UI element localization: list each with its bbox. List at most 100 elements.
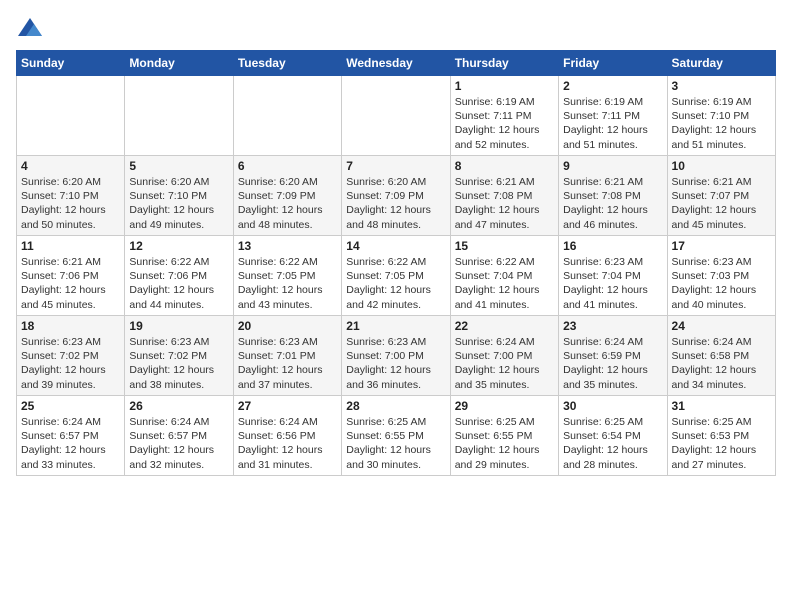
day-number: 30 [563, 399, 662, 413]
day-number: 7 [346, 159, 445, 173]
week-row-3: 11 Sunrise: 6:21 AM Sunset: 7:06 PM Dayli… [17, 236, 776, 316]
week-row-1: 1 Sunrise: 6:19 AM Sunset: 7:11 PM Daylig… [17, 76, 776, 156]
weekday-header-friday: Friday [559, 51, 667, 76]
calendar-cell: 19Sunrise: 6:23 AM Sunset: 7:02 PM Dayli… [125, 316, 233, 396]
calendar-cell: 28 Sunrise: 6:25 AM Sunset: 6:55 PM Dayli… [342, 396, 450, 476]
calendar-cell: 13 Sunrise: 6:22 AM Sunset: 7:05 PM Dayli… [233, 236, 341, 316]
logo-icon [16, 16, 44, 44]
day-info: Sunrise: 6:24 AM Sunset: 6:57 PM Dayligh… [129, 415, 228, 472]
day-info: Sunrise: 6:21 AM Sunset: 7:08 PM Dayligh… [455, 175, 554, 232]
day-number: 10 [672, 159, 771, 173]
day-info: Sunrise: 6:24 AM Sunset: 6:56 PM Dayligh… [238, 415, 337, 472]
day-number: 11 [21, 239, 120, 253]
day-info: Sunrise: 6:20 AM Sunset: 7:09 PM Dayligh… [346, 175, 445, 232]
header [16, 16, 776, 44]
day-number: 26 [129, 399, 228, 413]
calendar-cell [125, 76, 233, 156]
day-number: 22 [455, 319, 554, 333]
calendar-cell: 17Sunrise: 6:23 AM Sunset: 7:03 PM Dayli… [667, 236, 775, 316]
week-row-5: 25 Sunrise: 6:24 AM Sunset: 6:57 PM Dayli… [17, 396, 776, 476]
weekday-header-tuesday: Tuesday [233, 51, 341, 76]
weekday-header-monday: Monday [125, 51, 233, 76]
day-info: Sunrise: 6:21 AM Sunset: 7:08 PM Dayligh… [563, 175, 662, 232]
day-info: Sunrise: 6:20 AM Sunset: 7:10 PM Dayligh… [21, 175, 120, 232]
day-number: 25 [21, 399, 120, 413]
day-number: 14 [346, 239, 445, 253]
day-info: Sunrise: 6:19 AM Sunset: 7:10 PM Dayligh… [672, 95, 771, 152]
calendar-cell: 26 Sunrise: 6:24 AM Sunset: 6:57 PM Dayli… [125, 396, 233, 476]
calendar-cell: 12 Sunrise: 6:22 AM Sunset: 7:06 PM Dayli… [125, 236, 233, 316]
day-number: 21 [346, 319, 445, 333]
day-number: 24 [672, 319, 771, 333]
weekday-header-saturday: Saturday [667, 51, 775, 76]
calendar-cell: 3 Sunrise: 6:19 AM Sunset: 7:10 PM Daylig… [667, 76, 775, 156]
day-info: Sunrise: 6:23 AM Sunset: 7:00 PM Dayligh… [346, 335, 445, 392]
day-info: Sunrise: 6:23 AM Sunset: 7:04 PM Dayligh… [563, 255, 662, 312]
day-info: Sunrise: 6:25 AM Sunset: 6:55 PM Dayligh… [346, 415, 445, 472]
day-number: 12 [129, 239, 228, 253]
day-info: Sunrise: 6:22 AM Sunset: 7:05 PM Dayligh… [238, 255, 337, 312]
day-number: 29 [455, 399, 554, 413]
calendar-cell: 9 Sunrise: 6:21 AM Sunset: 7:08 PM Daylig… [559, 156, 667, 236]
calendar-cell [342, 76, 450, 156]
weekday-header-wednesday: Wednesday [342, 51, 450, 76]
day-number: 8 [455, 159, 554, 173]
day-number: 28 [346, 399, 445, 413]
day-info: Sunrise: 6:24 AM Sunset: 6:59 PM Dayligh… [563, 335, 662, 392]
day-number: 9 [563, 159, 662, 173]
day-number: 31 [672, 399, 771, 413]
calendar-cell: 23 Sunrise: 6:24 AM Sunset: 6:59 PM Dayli… [559, 316, 667, 396]
day-info: Sunrise: 6:20 AM Sunset: 7:10 PM Dayligh… [129, 175, 228, 232]
day-info: Sunrise: 6:22 AM Sunset: 7:05 PM Dayligh… [346, 255, 445, 312]
calendar-cell [233, 76, 341, 156]
weekday-header-row: SundayMondayTuesdayWednesdayThursdayFrid… [17, 51, 776, 76]
day-number: 23 [563, 319, 662, 333]
calendar-cell: 30 Sunrise: 6:25 AM Sunset: 6:54 PM Dayli… [559, 396, 667, 476]
day-info: Sunrise: 6:24 AM Sunset: 6:58 PM Dayligh… [672, 335, 771, 392]
calendar-cell: 31 Sunrise: 6:25 AM Sunset: 6:53 PM Dayli… [667, 396, 775, 476]
logo [16, 16, 48, 44]
calendar-cell: 20 Sunrise: 6:23 AM Sunset: 7:01 PM Dayli… [233, 316, 341, 396]
calendar-cell: 14 Sunrise: 6:22 AM Sunset: 7:05 PM Dayli… [342, 236, 450, 316]
weekday-header-sunday: Sunday [17, 51, 125, 76]
day-number: 17 [672, 239, 771, 253]
day-info: Sunrise: 6:19 AM Sunset: 7:11 PM Dayligh… [563, 95, 662, 152]
calendar-cell: 5 Sunrise: 6:20 AM Sunset: 7:10 PM Daylig… [125, 156, 233, 236]
day-info: Sunrise: 6:24 AM Sunset: 6:57 PM Dayligh… [21, 415, 120, 472]
calendar-cell: 10 Sunrise: 6:21 AM Sunset: 7:07 PM Dayli… [667, 156, 775, 236]
calendar-cell: 6 Sunrise: 6:20 AM Sunset: 7:09 PM Daylig… [233, 156, 341, 236]
week-row-4: 18Sunrise: 6:23 AM Sunset: 7:02 PM Dayli… [17, 316, 776, 396]
day-number: 27 [238, 399, 337, 413]
day-info: Sunrise: 6:24 AM Sunset: 7:00 PM Dayligh… [455, 335, 554, 392]
calendar-cell: 16Sunrise: 6:23 AM Sunset: 7:04 PM Dayli… [559, 236, 667, 316]
day-number: 6 [238, 159, 337, 173]
calendar-cell: 4Sunrise: 6:20 AM Sunset: 7:10 PM Daylig… [17, 156, 125, 236]
day-number: 13 [238, 239, 337, 253]
day-info: Sunrise: 6:23 AM Sunset: 7:01 PM Dayligh… [238, 335, 337, 392]
calendar-table: SundayMondayTuesdayWednesdayThursdayFrid… [16, 50, 776, 476]
calendar-cell: 29Sunrise: 6:25 AM Sunset: 6:55 PM Dayli… [450, 396, 558, 476]
day-info: Sunrise: 6:23 AM Sunset: 7:02 PM Dayligh… [21, 335, 120, 392]
day-info: Sunrise: 6:21 AM Sunset: 7:06 PM Dayligh… [21, 255, 120, 312]
day-info: Sunrise: 6:22 AM Sunset: 7:04 PM Dayligh… [455, 255, 554, 312]
day-info: Sunrise: 6:20 AM Sunset: 7:09 PM Dayligh… [238, 175, 337, 232]
day-number: 3 [672, 79, 771, 93]
calendar-cell: 8 Sunrise: 6:21 AM Sunset: 7:08 PM Daylig… [450, 156, 558, 236]
day-info: Sunrise: 6:22 AM Sunset: 7:06 PM Dayligh… [129, 255, 228, 312]
calendar-cell: 11 Sunrise: 6:21 AM Sunset: 7:06 PM Dayli… [17, 236, 125, 316]
day-info: Sunrise: 6:25 AM Sunset: 6:54 PM Dayligh… [563, 415, 662, 472]
day-info: Sunrise: 6:25 AM Sunset: 6:53 PM Dayligh… [672, 415, 771, 472]
weekday-header-thursday: Thursday [450, 51, 558, 76]
calendar-cell: 18Sunrise: 6:23 AM Sunset: 7:02 PM Dayli… [17, 316, 125, 396]
day-number: 1 [455, 79, 554, 93]
day-number: 20 [238, 319, 337, 333]
calendar-cell: 27 Sunrise: 6:24 AM Sunset: 6:56 PM Dayli… [233, 396, 341, 476]
calendar-cell: 1Sunrise: 6:19 AM Sunset: 7:11 PM Daylig… [450, 76, 558, 156]
calendar-cell: 21 Sunrise: 6:23 AM Sunset: 7:00 PM Dayli… [342, 316, 450, 396]
day-number: 5 [129, 159, 228, 173]
calendar-cell: 25 Sunrise: 6:24 AM Sunset: 6:57 PM Dayli… [17, 396, 125, 476]
day-info: Sunrise: 6:21 AM Sunset: 7:07 PM Dayligh… [672, 175, 771, 232]
calendar-cell [17, 76, 125, 156]
day-info: Sunrise: 6:23 AM Sunset: 7:02 PM Dayligh… [129, 335, 228, 392]
calendar-cell: 7 Sunrise: 6:20 AM Sunset: 7:09 PM Daylig… [342, 156, 450, 236]
